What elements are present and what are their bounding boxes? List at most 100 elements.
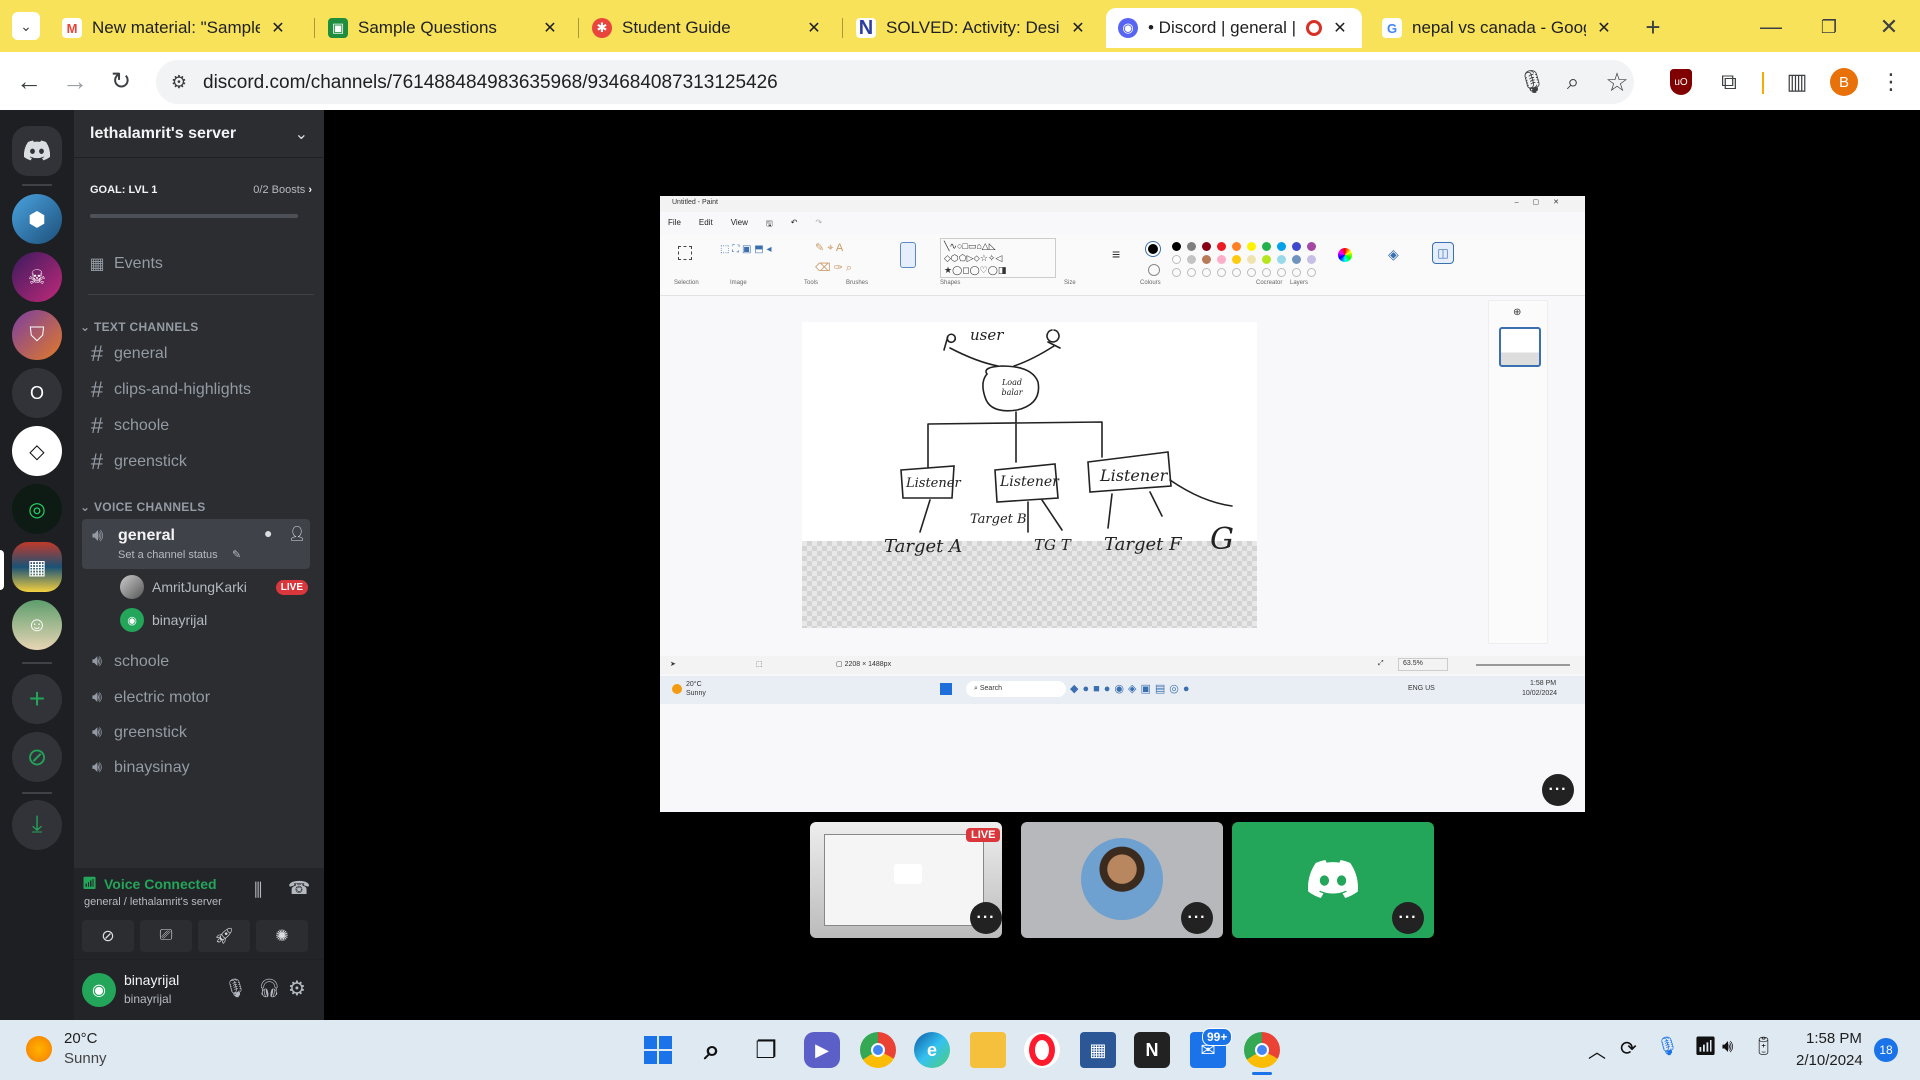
weather-sun-icon[interactable]: [26, 1036, 52, 1062]
palette-swatch[interactable]: [1202, 242, 1211, 251]
voice-channel-general-active[interactable]: 🔊︎ general Set a channel status ✎ ● 👤︎: [82, 519, 310, 569]
settings-gear-icon[interactable]: ⚙: [288, 976, 306, 1001]
palette-swatch[interactable]: [1247, 268, 1256, 277]
palette-swatch[interactable]: [1277, 255, 1286, 264]
close-tab-icon[interactable]: ✕: [1594, 18, 1614, 38]
palette-swatch[interactable]: [1172, 255, 1181, 264]
redo-icon[interactable]: ↷: [815, 218, 822, 232]
chrome-menu-icon[interactable]: ⋮: [1876, 67, 1906, 97]
palette-swatch[interactable]: [1262, 255, 1271, 264]
server-icon-avatar[interactable]: ☺: [12, 600, 62, 650]
server-icon-green-logo[interactable]: ◎: [12, 484, 62, 534]
undo-icon[interactable]: ↶: [791, 218, 798, 232]
activity-rocket-button[interactable]: 🚀︎: [198, 920, 250, 952]
browser-tab-discord[interactable]: ◉ • Discord | general | l ✕: [1106, 8, 1362, 48]
add-server-plus-icon[interactable]: +: [12, 674, 62, 724]
voice-channel-electric-motor[interactable]: 🔊︎ electric motor: [88, 682, 314, 714]
layer-thumbnail[interactable]: [1499, 327, 1541, 367]
bookmark-star-icon[interactable]: ☆: [1602, 67, 1632, 97]
ublock-extension-icon[interactable]: uO: [1666, 67, 1696, 97]
palette-swatch[interactable]: [1232, 242, 1241, 251]
browser-tab-google[interactable]: G nepal vs canada - Google ✕: [1370, 8, 1626, 48]
ribbon-colour-white[interactable]: [1148, 264, 1160, 276]
cocreator-icon[interactable]: ◈: [1388, 246, 1399, 263]
server-icon-diamond[interactable]: ◇: [12, 426, 62, 476]
save-icon[interactable]: 🖫︎: [766, 218, 773, 232]
channel-clips-and-highlights[interactable]: # clips-and-highlights: [88, 374, 314, 406]
task-view-icon[interactable]: ❐: [748, 1032, 784, 1068]
channel-general[interactable]: # general: [88, 338, 314, 370]
ribbon-colour-black[interactable]: [1146, 242, 1160, 256]
layers-icon[interactable]: ◫: [1432, 242, 1454, 264]
noise-suppression-icon[interactable]: ⫼: [254, 880, 262, 901]
palette-swatch[interactable]: [1292, 268, 1301, 277]
palette-swatch[interactable]: [1187, 255, 1196, 264]
ribbon-shapes[interactable]: ╲∿○□▭⌂△◺ ◇⬡⬠▷⬦☆✧◁ ★◯◻◯♡◯◨: [940, 238, 1056, 278]
screen-share-stream[interactable]: Untitled - Paint –▢✕ File Edit View 🖫︎ ↶…: [660, 196, 1585, 812]
disconnect-icon[interactable]: ☎: [288, 878, 310, 899]
ribbon-colour-picker-icon[interactable]: [1338, 248, 1352, 262]
tile-more-options-icon[interactable]: ···: [970, 902, 1002, 934]
restore-window-icon[interactable]: ❐: [1814, 12, 1844, 42]
palette-swatch[interactable]: [1217, 268, 1226, 277]
ribbon-tools-glyphs[interactable]: ⬚ ⛶ ▣ ⬒ ◂: [720, 240, 771, 260]
channel-status[interactable]: Set a channel status: [118, 549, 218, 561]
headphones-icon[interactable]: 🎧︎: [258, 978, 281, 999]
close-window-icon[interactable]: ✕: [1874, 12, 1904, 42]
server-icon-lethalamrit[interactable]: ▦: [12, 542, 62, 592]
close-tab-icon[interactable]: ✕: [1068, 18, 1088, 38]
browser-tab-sample-questions[interactable]: ▣ Sample Questions ✕: [316, 8, 572, 48]
chrome-profile-icon[interactable]: [1244, 1032, 1280, 1068]
palette-swatch[interactable]: [1172, 242, 1181, 251]
invite-user-icon[interactable]: 👤︎: [288, 525, 306, 542]
tile-more-options-icon[interactable]: ···: [1181, 902, 1213, 934]
palette-swatch[interactable]: [1262, 242, 1271, 251]
palette-swatch[interactable]: [1247, 242, 1256, 251]
notification-badge[interactable]: 18: [1874, 1038, 1898, 1062]
server-icon-dark[interactable]: ☠: [12, 252, 62, 302]
palette-swatch[interactable]: [1187, 268, 1196, 277]
paint-canvas[interactable]: user Load balar Listener Listener Listen…: [802, 322, 1257, 628]
ribbon-pencil-tools[interactable]: ✎ ⌖ A ⌫ ✑ ⌕: [815, 238, 852, 278]
server-icon-o[interactable]: O: [12, 368, 62, 418]
palette-swatch[interactable]: [1292, 255, 1301, 264]
side-panel-icon[interactable]: ▥: [1782, 67, 1812, 97]
back-arrow-icon[interactable]: ←: [14, 66, 44, 96]
palette-swatch[interactable]: [1202, 255, 1211, 264]
palette-swatch[interactable]: [1232, 255, 1241, 264]
palette-swatch[interactable]: [1187, 242, 1196, 251]
user-avatar[interactable]: ◉: [82, 973, 116, 1007]
extensions-puzzle-icon[interactable]: ⧉: [1714, 67, 1744, 97]
paint-menu-file[interactable]: File: [668, 218, 681, 232]
participant-tile-stream[interactable]: LIVE ···: [810, 822, 1002, 938]
browser-tab-numerade[interactable]: N SOLVED: Activity: Design ✕: [844, 8, 1100, 48]
events-item[interactable]: ▦ Events: [88, 248, 314, 280]
palette-swatch[interactable]: [1232, 268, 1241, 277]
microsoft-store-icon[interactable]: ▦: [1080, 1032, 1116, 1068]
fit-icon[interactable]: ⤢: [1378, 660, 1384, 668]
chrome-icon[interactable]: [860, 1032, 896, 1068]
tray-sync-icon[interactable]: ⟳: [1620, 1036, 1637, 1061]
paint-menu-view[interactable]: View: [731, 218, 748, 232]
palette-swatch[interactable]: [1247, 255, 1256, 264]
file-explorer-icon[interactable]: [970, 1032, 1006, 1068]
explore-compass-icon[interactable]: ⊘: [12, 732, 62, 782]
url-text[interactable]: discord.com/channels/761488484983635968/…: [203, 72, 778, 94]
palette-swatch[interactable]: [1262, 268, 1271, 277]
palette-swatch[interactable]: [1217, 255, 1226, 264]
close-tab-icon[interactable]: ✕: [540, 18, 560, 38]
voice-user-binayrijal[interactable]: ◉ binayrijal: [120, 606, 314, 634]
screen-share-button[interactable]: ⎚: [140, 920, 192, 952]
clock-date[interactable]: 2/10/2024: [1796, 1052, 1863, 1069]
voice-channel-schoole[interactable]: 🔊︎ schoole: [88, 646, 314, 678]
palette-swatch[interactable]: [1277, 268, 1286, 277]
browser-tab-gmail[interactable]: M New material: "Sample Q ✕: [50, 8, 300, 48]
server-icon-blue[interactable]: ⬢: [12, 194, 62, 244]
weather-temp[interactable]: 20°C: [64, 1030, 98, 1047]
weather-desc[interactable]: Sunny: [64, 1050, 107, 1067]
microphone-icon[interactable]: 🎙: [1517, 67, 1547, 97]
server-icon-shield[interactable]: ⛉: [12, 310, 62, 360]
voice-connected-title[interactable]: Voice Connected: [104, 876, 217, 892]
text-channels-category[interactable]: ⌄ TEXT CHANNELS: [80, 320, 199, 334]
voice-connected-sub[interactable]: general / lethalamrit's server: [84, 896, 222, 908]
